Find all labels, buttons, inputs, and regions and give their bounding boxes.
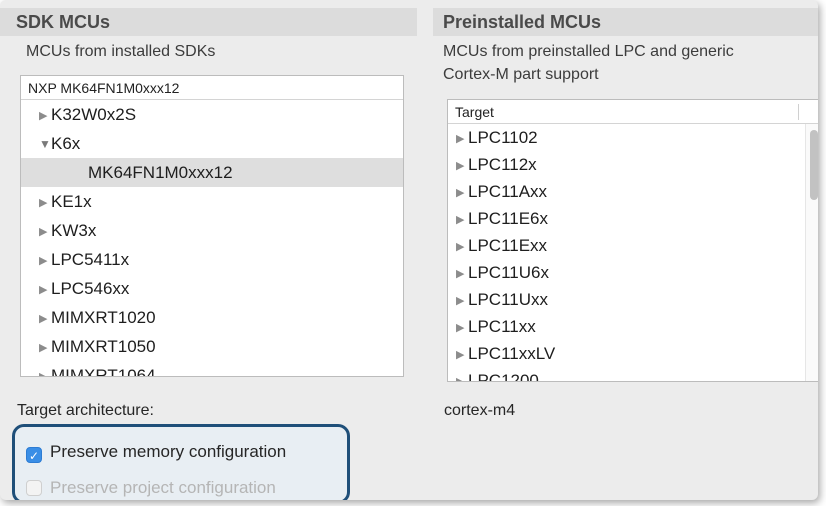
collapsed-triangle-icon[interactable]: ▶ xyxy=(39,102,51,131)
preinstalled-tree-item-label: LPC112x xyxy=(468,155,537,174)
collapsed-triangle-icon[interactable]: ▶ xyxy=(456,207,468,234)
sdk-tree-item-label: MK64FN1M0xxx12 xyxy=(88,163,233,182)
preserve-memory-checkbox[interactable]: ✓ xyxy=(26,447,42,463)
preinstalled-tree-rows: ▶ LPC1102 ▶ LPC112x ▶ LPC11Axx ▶ LPC11E6x ▶ LPC11… xyxy=(448,124,818,382)
dialog-window: SDK MCUs MCUs from installed SDKs NXP MK… xyxy=(0,0,818,500)
collapsed-triangle-icon[interactable]: ▶ xyxy=(456,153,468,180)
sdk-tree-item[interactable]: MK64FN1M0xxx12 xyxy=(21,158,403,187)
sdk-tree-item-label: LPC5411x xyxy=(51,250,130,269)
preinstalled-tree-item-label: LPC11E6x xyxy=(468,209,549,228)
sdk-tree-item[interactable]: ▶ KW3x xyxy=(21,216,403,245)
collapsed-triangle-icon[interactable]: ▶ xyxy=(456,180,468,207)
sdk-tree-item[interactable]: ▶ KE1x xyxy=(21,187,403,216)
sdk-tree-item[interactable]: ▶ LPC546xx xyxy=(21,274,403,303)
collapsed-triangle-icon[interactable]: ▶ xyxy=(456,261,468,288)
collapsed-triangle-icon[interactable]: ▶ xyxy=(39,189,51,218)
collapsed-triangle-icon[interactable]: ▶ xyxy=(456,234,468,261)
target-column-label: Target xyxy=(455,104,494,120)
preinstalled-tree-item[interactable]: ▶ LPC11Axx xyxy=(448,178,818,205)
preserve-project-label: Preserve project configuration xyxy=(50,478,276,497)
preinstalled-column-header[interactable]: Target xyxy=(448,100,818,124)
sdk-tree-item[interactable]: ▶ MIMXRT1050 xyxy=(21,332,403,361)
sdk-selected-header: NXP MK64FN1M0xxx12 xyxy=(21,76,403,100)
sdk-tree-item[interactable]: ▶ LPC5411x xyxy=(21,245,403,274)
preinstalled-tree-item[interactable]: ▶ LPC112x xyxy=(448,151,818,178)
sdk-tree-item-label: MIMXRT1020 xyxy=(51,308,156,327)
collapsed-triangle-icon[interactable]: ▶ xyxy=(39,334,51,363)
collapsed-triangle-icon[interactable]: ▶ xyxy=(39,305,51,334)
preinstalled-tree-item-label: LPC11Exx xyxy=(468,236,548,255)
preinstalled-tree-item[interactable]: ▶ LPC11E6x xyxy=(448,205,818,232)
preinstalled-tree-item-label: LPC11Uxx xyxy=(468,290,548,309)
preinstalled-tree-item[interactable]: ▶ LPC11xxLV xyxy=(448,340,818,367)
preinstalled-tree-item[interactable]: ▶ LPC1102 xyxy=(448,124,818,151)
sdk-tree-item[interactable]: ▼K6x xyxy=(21,129,403,158)
sdk-mcu-tree[interactable]: NXP MK64FN1M0xxx12 ▶ K32W0x2S ▼K6x MK64FN1M… xyxy=(20,75,404,377)
collapsed-triangle-icon[interactable]: ▶ xyxy=(456,342,468,369)
sdk-description: MCUs from installed SDKs xyxy=(26,43,216,60)
preserve-memory-label: Preserve memory configuration xyxy=(50,442,287,461)
preinstalled-description-line2: Cortex-M part support xyxy=(443,66,599,83)
sdk-tree-item-label: MIMXRT1050 xyxy=(51,337,156,356)
preinstalled-tree-item[interactable]: ▶ LPC11xx xyxy=(448,313,818,340)
sdk-tree-rows: ▶ K32W0x2S ▼K6x MK64FN1M0xxx12 ▶ KE1x ▶ KW3x ▶ LP… xyxy=(21,100,403,377)
preserve-project-option[interactable]: Preserve project configuration xyxy=(26,476,276,500)
sdk-tree-item-label: KW3x xyxy=(51,221,97,240)
collapsed-triangle-icon[interactable]: ▶ xyxy=(39,363,51,376)
sdk-tree-item-label: K32W0x2S xyxy=(51,105,137,124)
preinstalled-mcu-list[interactable]: Target ▶ LPC1102 ▶ LPC112x ▶ LPC11Axx ▶ LPC11E6… xyxy=(447,99,818,382)
preinstalled-tree-item-label: LPC11xxLV xyxy=(468,344,556,363)
collapsed-triangle-icon[interactable]: ▶ xyxy=(456,315,468,342)
sdk-tree-item-label: LPC546xx xyxy=(51,279,130,298)
preinstalled-description-line1: MCUs from preinstalled LPC and generic xyxy=(443,43,734,60)
preinstalled-tree-item-label: LPC1102 xyxy=(468,128,538,147)
preinstalled-section-title: Preinstalled MCUs xyxy=(443,12,602,32)
scrollbar-thumb[interactable] xyxy=(810,130,818,200)
collapsed-triangle-icon[interactable]: ▶ xyxy=(456,288,468,315)
collapsed-triangle-icon[interactable]: ▶ xyxy=(39,247,51,276)
preinstalled-description: MCUs from preinstalled LPC and generic C… xyxy=(443,40,734,86)
preinstalled-tree-item-label: LPC11U6x xyxy=(468,263,549,282)
preinstalled-tree-item[interactable]: ▶ LPC1200 xyxy=(448,367,818,382)
sdk-selected-label: NXP MK64FN1M0xxx12 xyxy=(28,80,180,96)
target-architecture-value: cortex-m4 xyxy=(444,402,516,419)
sdk-tree-item[interactable]: ▶ MIMXRT1020 xyxy=(21,303,403,332)
sdk-tree-item-label: K6x xyxy=(51,134,81,153)
sdk-tree-item-label: KE1x xyxy=(51,192,92,211)
sdk-section-header: SDK MCUs xyxy=(0,8,417,36)
preinstalled-tree-item[interactable]: ▶ LPC11Exx xyxy=(448,232,818,259)
preinstalled-tree-item-label: LPC1200 xyxy=(468,371,539,382)
preinstalled-scrollbar[interactable] xyxy=(805,124,818,381)
preinstalled-tree-item-label: LPC11Axx xyxy=(468,182,548,201)
expanded-triangle-icon[interactable]: ▼ xyxy=(39,130,51,159)
sdk-section-title: SDK MCUs xyxy=(16,12,111,32)
preinstalled-tree-item-label: LPC11xx xyxy=(468,317,536,336)
preserve-memory-option[interactable]: ✓ Preserve memory configuration xyxy=(26,440,286,464)
preserve-project-checkbox[interactable] xyxy=(26,480,42,496)
preinstalled-tree-item[interactable]: ▶ LPC11U6x xyxy=(448,259,818,286)
sdk-tree-item[interactable]: ▶ MIMXRT1064 xyxy=(21,361,403,377)
preinstalled-tree-item[interactable]: ▶ LPC11Uxx xyxy=(448,286,818,313)
collapsed-triangle-icon[interactable]: ▶ xyxy=(39,276,51,305)
collapsed-triangle-icon[interactable]: ▶ xyxy=(39,218,51,247)
target-architecture-label: Target architecture: xyxy=(17,402,154,419)
column-divider xyxy=(798,104,799,120)
sdk-tree-item-label: MIMXRT1064 xyxy=(51,366,156,377)
collapsed-triangle-icon[interactable]: ▶ xyxy=(456,126,468,153)
preinstalled-section-header: Preinstalled MCUs xyxy=(433,8,818,36)
sdk-tree-item[interactable]: ▶ K32W0x2S xyxy=(21,100,403,129)
collapsed-triangle-icon[interactable]: ▶ xyxy=(456,369,468,381)
